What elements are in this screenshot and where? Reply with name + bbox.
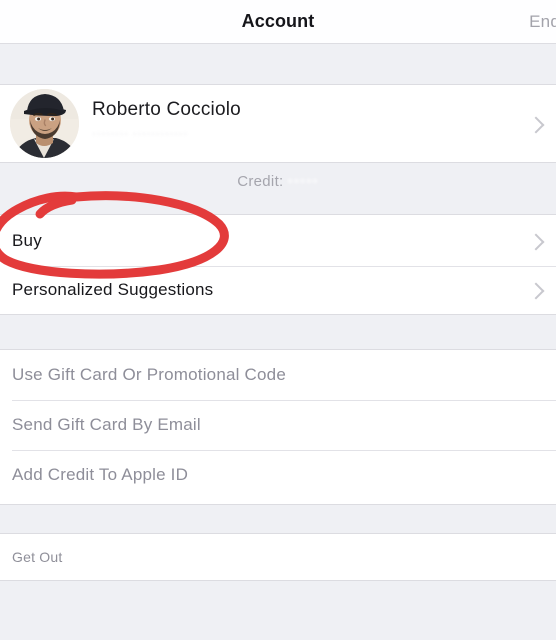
use-gift-card-label: Use Gift Card Or Promotional Code: [12, 365, 286, 384]
signout-card: Get Out: [0, 533, 556, 581]
buy-row-label: Buy: [12, 230, 42, 250]
profile-name: Roberto Cocciolo: [92, 99, 241, 120]
signout-label: Get Out: [12, 549, 63, 565]
personalized-suggestions-row[interactable]: Personalized Suggestions: [0, 266, 556, 314]
section-gap-middle: [0, 315, 556, 349]
section-gap-lower: [0, 505, 556, 533]
profile-row[interactable]: Roberto Cocciolo •••••••• ••••••••••••: [0, 85, 556, 162]
chevron-right-icon: [527, 116, 545, 134]
purchase-card: Buy Personalized Suggestions: [0, 214, 556, 315]
personalized-suggestions-label: Personalized Suggestions: [12, 280, 214, 299]
credit-value-redacted: •••••: [287, 173, 319, 190]
section-gap-footer: [0, 581, 556, 640]
navigation-bar: Account End: [0, 0, 556, 44]
send-gift-card-row[interactable]: Send Gift Card By Email: [0, 400, 556, 450]
avatar: [10, 89, 79, 158]
profile-text-block: Roberto Cocciolo •••••••• ••••••••••••: [92, 99, 241, 141]
send-gift-card-label: Send Gift Card By Email: [12, 415, 201, 434]
credit-section-header: Credit: •••••: [0, 163, 556, 214]
chevron-right-icon: [527, 282, 545, 300]
credit-label: Credit:: [237, 173, 284, 190]
profile-email-redacted: •••••••• ••••••••••••: [92, 127, 188, 141]
use-gift-card-row[interactable]: Use Gift Card Or Promotional Code: [0, 350, 556, 400]
add-credit-label: Add Credit To Apple ID: [12, 465, 189, 484]
buy-row[interactable]: Buy: [0, 215, 556, 266]
section-gap-top: [0, 45, 556, 84]
done-button[interactable]: End: [529, 12, 556, 32]
credit-label-row: Credit: •••••: [0, 173, 556, 190]
signout-row[interactable]: Get Out: [0, 534, 556, 580]
account-screen: Account End Roberto Cocciolo •••••••• ••…: [0, 0, 556, 640]
page-title: Account: [241, 11, 315, 31]
profile-card: Roberto Cocciolo •••••••• ••••••••••••: [0, 84, 556, 163]
chevron-right-icon: [527, 233, 545, 250]
add-credit-row[interactable]: Add Credit To Apple ID: [0, 450, 556, 500]
giftcard-card: Use Gift Card Or Promotional Code Send G…: [0, 349, 556, 505]
